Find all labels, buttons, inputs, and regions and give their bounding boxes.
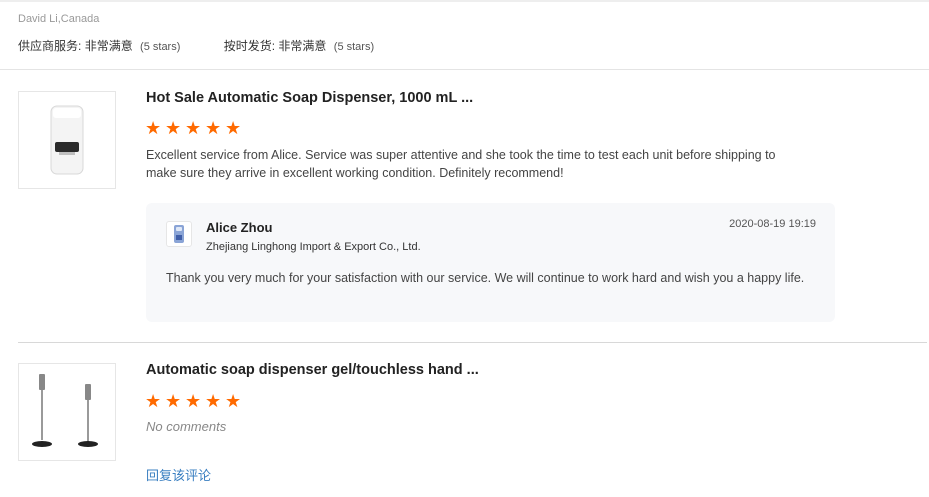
star-icon: ★ [185, 118, 202, 138]
product-thumbnail-floor-stand-dispenser[interactable] [18, 363, 116, 461]
product-thumbnail-soap-dispenser[interactable] [18, 91, 116, 189]
review-text: Excellent service from Alice. Service wa… [146, 148, 776, 180]
rating-on-time-delivery: 按时发货: 非常满意 (5 stars) [224, 37, 374, 54]
star-rating: ★ ★ ★ ★ ★ [145, 119, 243, 137]
supplier-ratings: 供应商服务: 非常满意 (5 stars) 按时发货: 非常满意 (5 star… [18, 37, 374, 54]
reviewer-name-location: David Li,Canada [18, 13, 100, 25]
star-icon: ★ [165, 391, 182, 411]
product-title[interactable]: Automatic soap dispenser gel/touchless h… [146, 362, 479, 378]
reply-company-name: Zhejiang Linghong Import & Export Co., L… [206, 241, 421, 253]
supplier-logo-icon [174, 225, 184, 243]
reply-timestamp: 2020-08-19 19:19 [729, 218, 816, 230]
reply-to-review-link[interactable]: 回复该评论 [146, 465, 211, 484]
rating-label: 按时发货: [223, 39, 276, 53]
star-icon: ★ [205, 391, 222, 411]
rating-supplier-service: 供应商服务: 非常满意 (5 stars) [18, 37, 180, 54]
star-icon: ★ [225, 118, 242, 138]
reply-text: Thank you very much for your satisfactio… [166, 271, 805, 285]
rating-note: (5 stars) [333, 41, 375, 53]
rating-value: 非常满意 [84, 39, 133, 53]
avatar [166, 221, 192, 247]
top-divider [0, 0, 929, 2]
star-icon: ★ [165, 118, 182, 138]
product-title[interactable]: Hot Sale Automatic Soap Dispenser, 1000 … [146, 90, 473, 106]
star-icon: ★ [145, 391, 162, 411]
reply-author-name: Alice Zhou [206, 220, 273, 235]
rating-label: 供应商服务: [18, 39, 82, 53]
star-rating: ★ ★ ★ ★ ★ [145, 392, 243, 410]
no-comments-text: No comments [146, 419, 227, 434]
star-icon: ★ [145, 118, 162, 138]
rating-value: 非常满意 [278, 39, 327, 53]
star-icon: ★ [205, 118, 222, 138]
soap-dispenser-image [50, 105, 84, 175]
star-icon: ★ [225, 391, 242, 411]
review-divider [18, 342, 927, 343]
rating-note: (5 stars) [140, 41, 181, 53]
supplier-reply: Alice Zhou Zhejiang Linghong Import & Ex… [146, 203, 835, 322]
section-divider [0, 69, 929, 70]
floor-stand-dispenser-image [32, 374, 98, 447]
star-icon: ★ [185, 391, 202, 411]
